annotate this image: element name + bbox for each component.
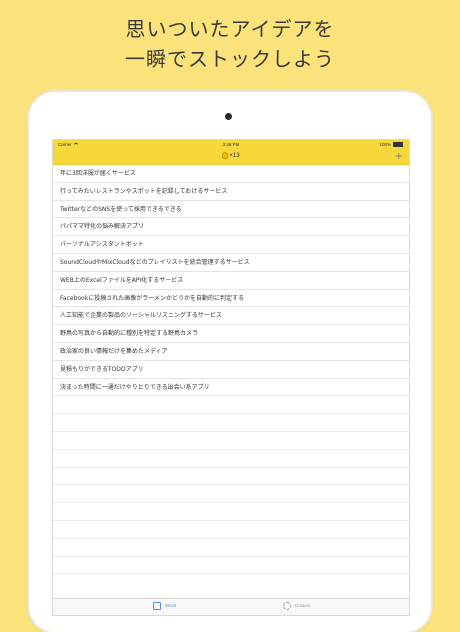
list-item[interactable]: 人工知能で企業の製品のソーシャルリスニングするサービス	[53, 307, 409, 326]
list-item[interactable]: 年に3回洋服が届くサービス	[53, 165, 409, 183]
empty-row	[53, 485, 409, 504]
tab-stock-label: Stock	[165, 603, 177, 609]
list-item[interactable]: Facebookに投稿された画像がラーメンかどうかを自動的に判定する	[53, 290, 409, 308]
list-item[interactable]: 見積もりができるTODOアプリ	[53, 361, 409, 379]
stock-icon	[153, 602, 161, 610]
list-item[interactable]: 行ってみたいレストランやスポットを記録しておけるサービス	[53, 183, 409, 201]
empty-row	[53, 450, 409, 468]
empty-row	[53, 521, 409, 539]
list-item[interactable]: 野鳥の写真から自動的に種別を特定する野鳥カメラ	[53, 325, 409, 343]
list-item[interactable]: 政治家の良い情報だけを集めたメディア	[53, 343, 409, 361]
empty-row	[53, 414, 409, 432]
idea-count: ×13	[229, 153, 240, 160]
app-screen: Carrier 3:46 PM 100% ×13 + 年に3回洋服が届くサービス…	[52, 139, 410, 616]
camera-icon	[225, 113, 232, 120]
empty-row	[53, 432, 409, 450]
list-item[interactable]: パパママ特化の悩み解決アプリ	[53, 218, 409, 237]
idea-list: 年に3回洋服が届くサービス 行ってみたいレストランやスポットを記録しておけるサー…	[53, 165, 409, 575]
list-item[interactable]: 決まった時間に一通だけやりとりできる出会い系アプリ	[53, 379, 409, 397]
battery-icon	[393, 142, 403, 148]
status-time: 3:46 PM	[222, 142, 240, 147]
status-bar: Carrier 3:46 PM 100%	[53, 140, 409, 150]
bulb-icon	[222, 152, 229, 159]
battery: 100%	[379, 142, 403, 148]
tab-stock[interactable]: Stock	[153, 602, 176, 610]
list-item[interactable]: WEB上のExcelファイルをAPI化するサービス	[53, 272, 409, 290]
empty-row	[53, 396, 409, 415]
headline-line-1: 思いついたアイデアを	[125, 17, 335, 41]
headline-line-2: 一瞬でストックしよう	[125, 47, 335, 71]
battery-label: 100%	[379, 142, 391, 147]
add-idea-button[interactable]: +	[395, 150, 403, 164]
empty-row	[53, 557, 409, 575]
empty-row	[53, 539, 409, 557]
navigation-bar: ×13 +	[53, 150, 409, 165]
empty-row	[53, 468, 409, 486]
tab-bar: Stock Custom	[53, 598, 409, 615]
list-item[interactable]: TwitterなどのSNSを使って採用できるできる	[53, 201, 409, 219]
nav-title: ×13	[53, 152, 409, 159]
tab-custom-label: Custom	[295, 603, 311, 609]
tab-custom[interactable]: Custom	[283, 602, 311, 610]
list-item[interactable]: パーソナルアシスタントボット	[53, 236, 409, 254]
headline: 思いついたアイデアを 一瞬でストックしよう	[0, 14, 460, 74]
list-item[interactable]: SoundCloudやMixCloudなどのプレイリストを統合管理するサービス	[53, 254, 409, 272]
empty-row	[53, 503, 409, 521]
gear-icon	[283, 602, 291, 610]
